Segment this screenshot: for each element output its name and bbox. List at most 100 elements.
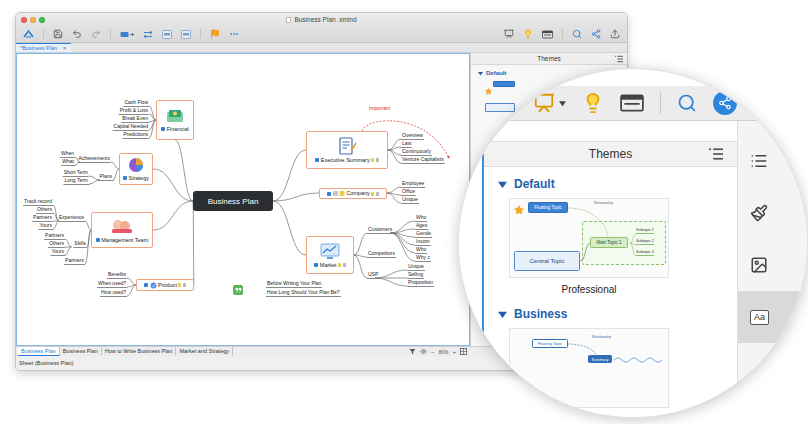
more-icon[interactable] [229, 29, 239, 39]
sub-subtopic[interactable]: Incom [415, 238, 431, 246]
product-topic[interactable]: Product [136, 279, 194, 291]
format-panel-icon[interactable] [542, 30, 553, 39]
sub-subtopic[interactable]: Partners [32, 214, 53, 222]
theme-section[interactable]: Business [484, 295, 737, 328]
export-icon[interactable] [610, 29, 620, 39]
subtopic[interactable]: Benefits [107, 271, 127, 279]
outliner-icon[interactable] [620, 94, 644, 112]
presentation-button[interactable] [533, 92, 566, 114]
search-icon[interactable] [677, 93, 697, 113]
minimize-button[interactable] [30, 17, 36, 23]
attachment-icon[interactable] [183, 283, 186, 287]
subtopic[interactable]: When used? [97, 280, 127, 288]
insert-topic-icon[interactable] [120, 30, 134, 39]
note-icon[interactable] [371, 158, 374, 162]
subtopic[interactable]: Last [401, 140, 412, 148]
sub-subtopic[interactable]: Short Term [63, 169, 89, 177]
management-team-topic[interactable]: Management Team [91, 212, 153, 248]
subtopic[interactable]: Capital Needed [113, 123, 149, 131]
company-topic[interactable]: Company [319, 188, 387, 199]
zoom-value[interactable]: 80% [438, 349, 448, 355]
undo-icon[interactable] [72, 29, 82, 39]
image-icon[interactable] [750, 256, 768, 274]
theme-section[interactable]: Default [484, 167, 737, 198]
sub-subtopic[interactable]: Long Term [63, 177, 89, 185]
subtopic[interactable]: Customers [367, 226, 393, 234]
attachment-icon[interactable] [376, 158, 379, 162]
sheet-tab[interactable]: Business Plan [18, 347, 60, 356]
subtopic[interactable]: Employee [401, 180, 425, 188]
brush-icon[interactable] [750, 204, 768, 222]
central-topic[interactable]: Business Plan [193, 191, 273, 211]
subtopic[interactable]: Predictions [122, 131, 149, 139]
favorite-star-icon[interactable] [514, 201, 524, 219]
disclosure-triangle-icon[interactable] [498, 310, 507, 319]
share-icon[interactable] [718, 96, 732, 110]
theme-preview[interactable]: Floating TopicRelationshipMain Topic 1Su… [509, 198, 669, 278]
subtopic[interactable]: Experience [58, 214, 85, 222]
sub-subtopic[interactable]: Partners [44, 232, 65, 240]
subtopic[interactable]: USP [367, 271, 379, 279]
sheet-tab[interactable]: How to Write Business Plan [102, 347, 177, 356]
menu-icon[interactable] [709, 147, 723, 161]
subtopic[interactable]: Profit & Loss [119, 107, 149, 115]
zoom-out-button[interactable]: − [431, 348, 435, 356]
text-format-label[interactable]: Aa [750, 310, 769, 325]
filter-icon[interactable] [409, 348, 416, 355]
sub-subtopic[interactable]: Gende [415, 230, 432, 238]
format-tab[interactable]: Aa [738, 291, 807, 343]
sub-subtopic[interactable]: Unique [407, 263, 425, 271]
sub-subtopic[interactable]: Yours [50, 248, 65, 256]
sheet-tab[interactable]: Business Plan [60, 347, 102, 356]
close-button[interactable] [21, 17, 27, 23]
relationship-label[interactable]: Important [369, 105, 390, 111]
note-icon[interactable] [371, 192, 374, 196]
sub-subtopic[interactable]: Others [36, 206, 53, 214]
subtopic[interactable]: Overview [401, 132, 424, 140]
disclosure-triangle-icon[interactable] [478, 71, 483, 76]
share-button[interactable] [713, 91, 737, 115]
disclosure-triangle-icon[interactable] [559, 100, 566, 107]
sub-subtopic[interactable]: Selling [407, 271, 424, 279]
menu-icon[interactable] [615, 55, 623, 63]
market-topic[interactable]: Market [306, 236, 354, 274]
xmind-logo-icon[interactable] [23, 29, 34, 39]
zoom-button[interactable] [39, 17, 45, 23]
subtopic[interactable]: Competitors [367, 250, 396, 258]
outline-tab[interactable] [738, 135, 807, 187]
disclosure-triangle-icon[interactable] [498, 180, 507, 189]
subtopic[interactable]: Partners [64, 257, 85, 265]
presentation-icon[interactable] [504, 29, 514, 39]
tab-close-button[interactable]: × [63, 45, 67, 51]
sub-subtopic[interactable]: Proposition [407, 279, 434, 287]
subtopic[interactable]: Plans [98, 173, 113, 181]
sub-subtopic[interactable]: What [61, 158, 75, 166]
executive-summary-topic[interactable]: Executive Summary [306, 131, 388, 169]
editor-tab[interactable]: *Business Plan× [16, 43, 71, 52]
note-icon[interactable] [338, 263, 341, 267]
sub-subtopic[interactable]: Yours [38, 222, 53, 230]
sub-subtopic[interactable]: Why c [415, 254, 431, 262]
zoom-in-button[interactable]: + [452, 348, 456, 356]
subtopic[interactable]: Cash Flow [123, 99, 149, 107]
sub-subtopic[interactable]: Who [415, 246, 427, 254]
sub-subtopic[interactable]: Who [415, 214, 427, 222]
flag-icon[interactable] [210, 29, 220, 39]
fit-map-icon[interactable] [460, 348, 467, 355]
save-icon[interactable] [53, 29, 63, 39]
subtopic[interactable]: Continuously [401, 148, 432, 156]
lightbulb-icon[interactable] [523, 29, 533, 39]
sheet-tab[interactable]: Market and Strategy [176, 347, 233, 356]
subtopic[interactable]: Office [401, 188, 416, 196]
subtopic[interactable]: Unique [401, 196, 419, 204]
floating-topic[interactable]: How Long Should Your Plan Be? [266, 289, 341, 297]
sub-subtopic[interactable]: Track record [23, 198, 53, 206]
image-tab[interactable] [738, 239, 807, 291]
subtopic[interactable]: Achievements [78, 155, 111, 163]
eye-icon[interactable] [420, 348, 427, 355]
sub-subtopic[interactable]: When [60, 150, 75, 158]
attachment-icon[interactable] [376, 192, 379, 196]
redo-icon[interactable] [91, 29, 101, 39]
floating-topic[interactable]: Before Writing Your Plan [266, 280, 322, 288]
financial-topic[interactable]: Financial [156, 100, 194, 140]
